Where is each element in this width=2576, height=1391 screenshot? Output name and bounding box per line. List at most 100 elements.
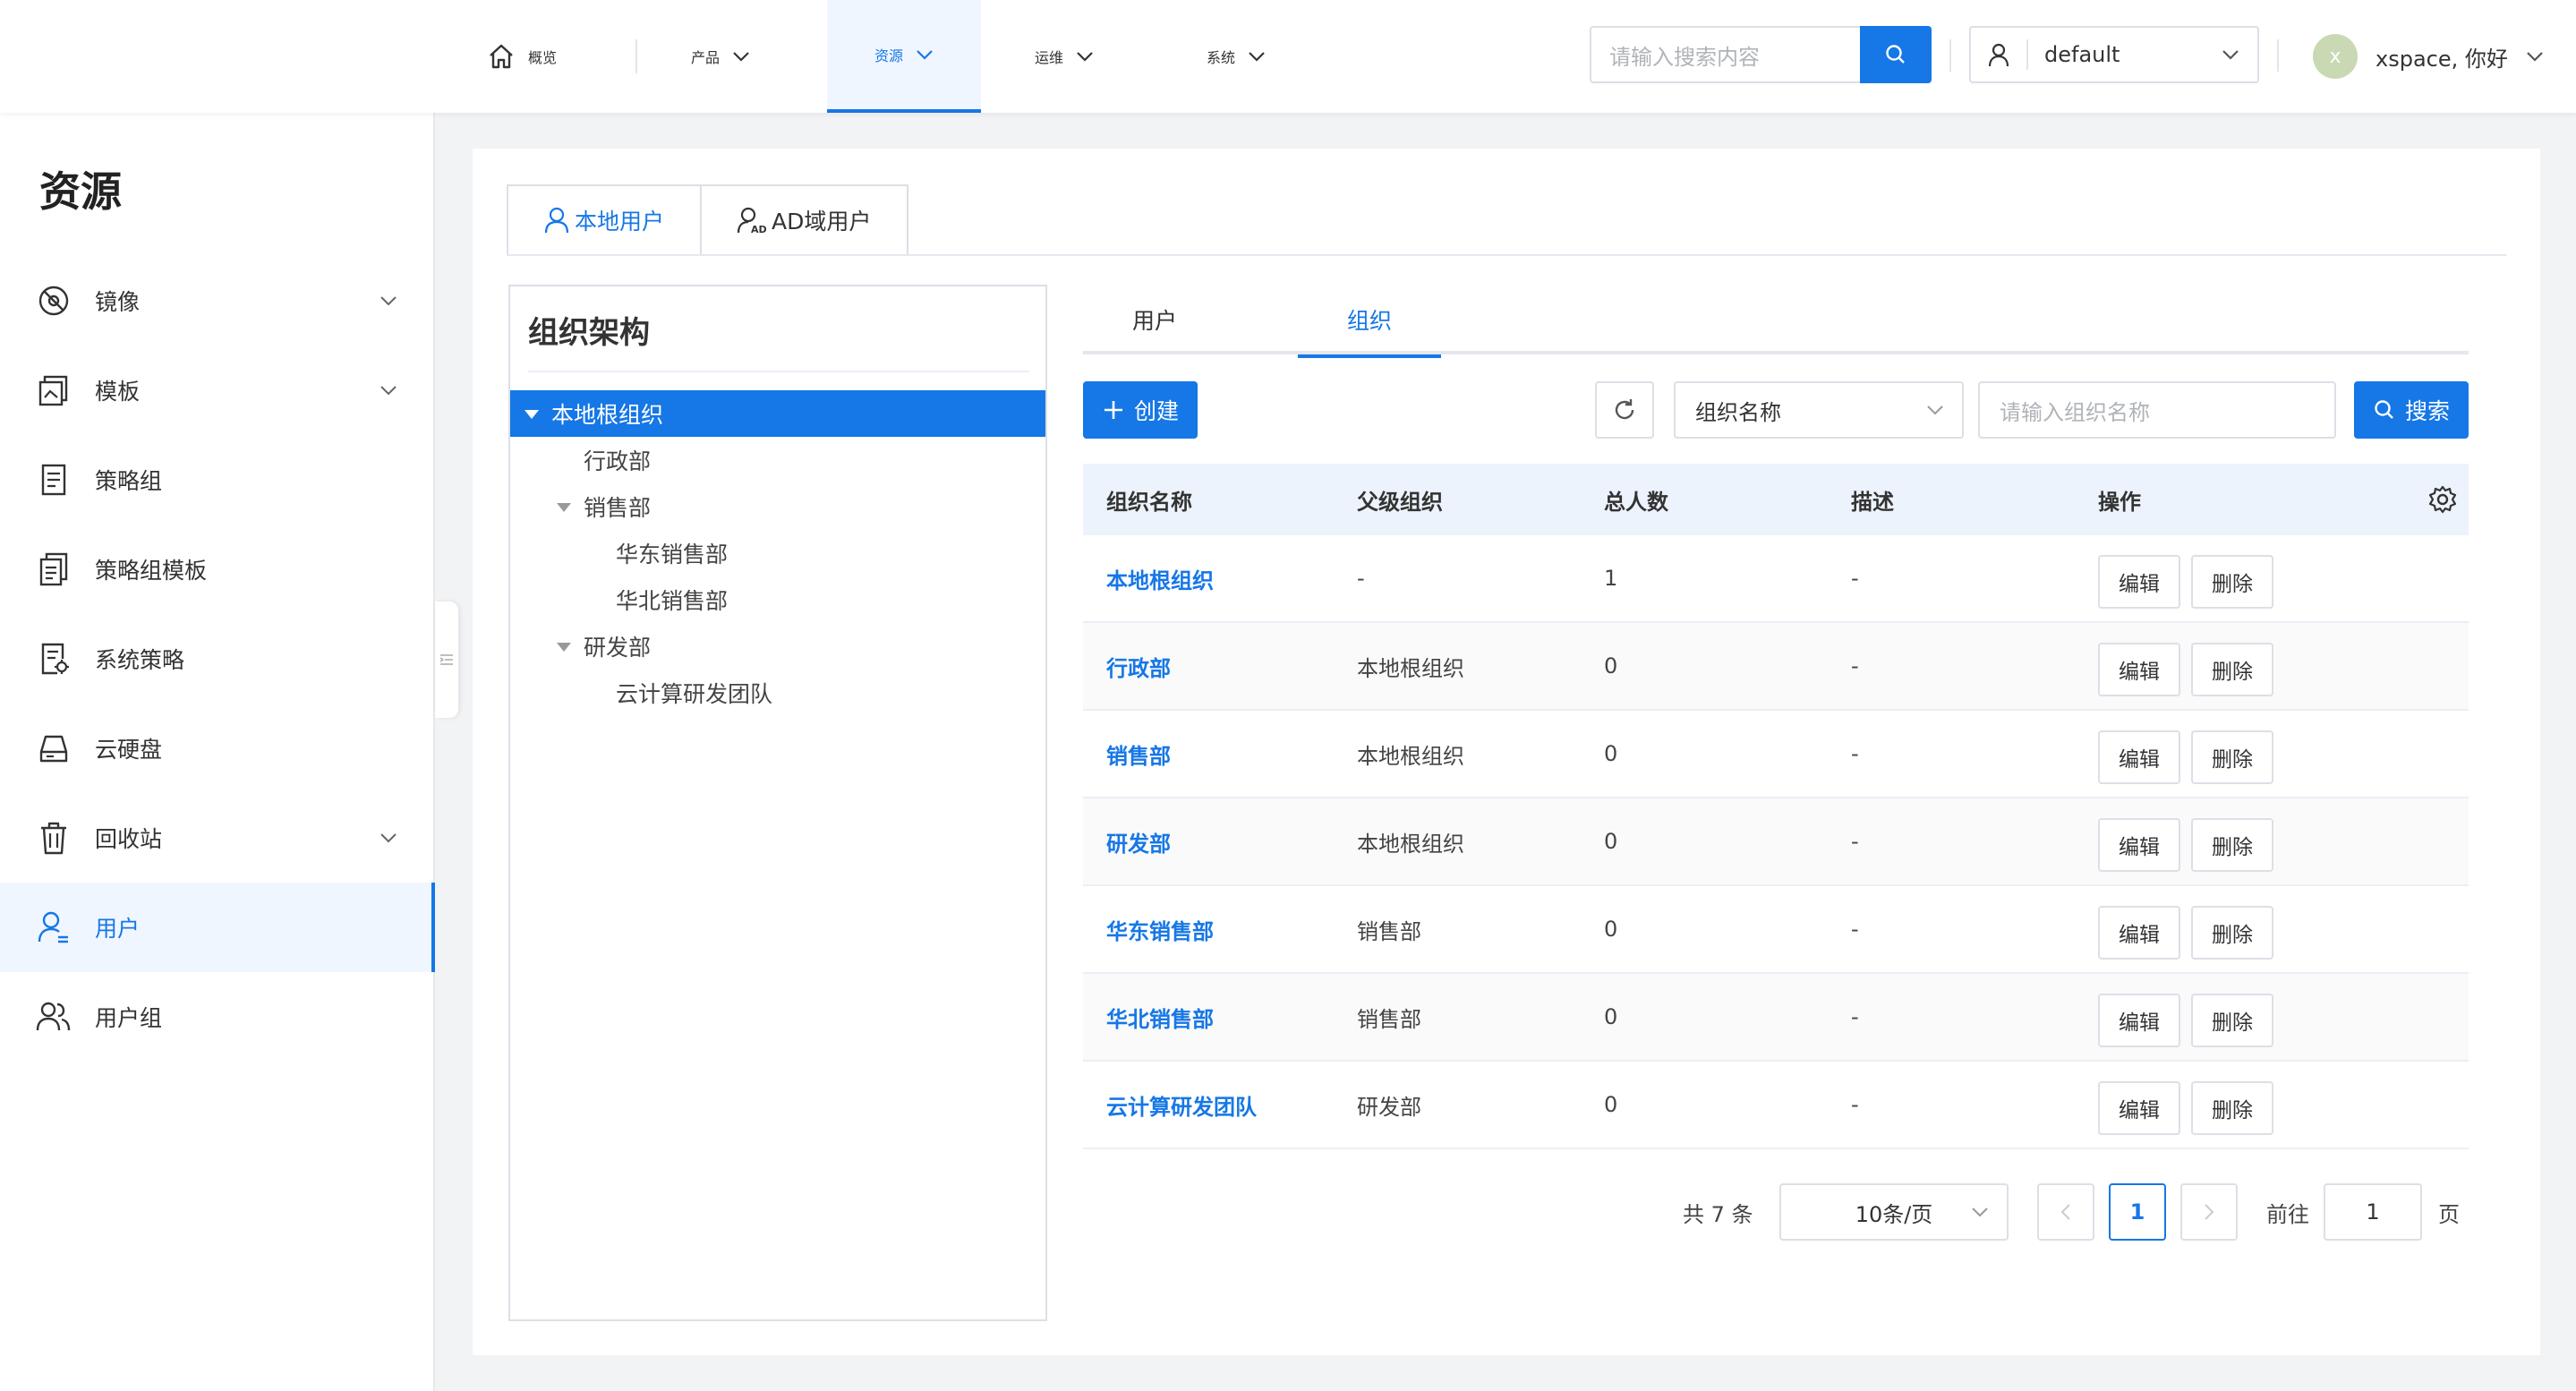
sidebar-item-policy-group[interactable]: 策略组 — [0, 435, 435, 525]
trash-icon — [41, 822, 66, 855]
collapse-icon — [439, 654, 453, 665]
edit-button[interactable]: 编辑 — [2098, 818, 2180, 872]
delete-button[interactable]: 删除 — [2191, 906, 2273, 960]
goto-label: 前往 — [2266, 1201, 2309, 1227]
page-size-select[interactable]: 10条/页 — [1779, 1183, 2009, 1241]
tree-node[interactable]: 华北销售部 — [510, 576, 1045, 623]
delete-button[interactable]: 删除 — [2191, 818, 2273, 872]
tree-node-label: 行政部 — [584, 448, 652, 474]
org-name-link[interactable]: 云计算研发团队 — [1106, 1062, 1257, 1148]
member-count-cell: 0 — [1604, 1092, 1618, 1117]
tree-node[interactable]: 华东销售部 — [510, 530, 1045, 576]
chevron-down-icon — [380, 296, 397, 306]
tab-organizations[interactable]: 组织 — [1298, 285, 1441, 358]
sidebar-item-label: 镜像 — [95, 289, 141, 315]
cloud-disk-icon — [39, 735, 68, 763]
sidebar-collapse-handle[interactable] — [435, 602, 458, 718]
delete-button[interactable]: 删除 — [2191, 643, 2273, 696]
org-name-link[interactable]: 华东销售部 — [1106, 886, 1214, 972]
caret-down-icon[interactable] — [557, 643, 571, 652]
nav-divider — [635, 39, 637, 73]
org-name-link[interactable]: 销售部 — [1106, 711, 1171, 797]
caret-down-icon[interactable] — [525, 410, 539, 419]
edit-button[interactable]: 编辑 — [2098, 643, 2180, 696]
description-cell: - — [1851, 1004, 1859, 1029]
sidebar-item-label: 用户组 — [95, 1005, 163, 1031]
chevron-down-icon — [2527, 52, 2543, 62]
sidebar-item-user-groups[interactable]: 用户组 — [0, 972, 435, 1062]
edit-button[interactable]: 编辑 — [2098, 730, 2180, 784]
org-name-link[interactable]: 研发部 — [1106, 798, 1171, 884]
sidebar-item-recycle-bin[interactable]: 回收站 — [0, 793, 435, 883]
sidebar-title: 资源 — [39, 167, 122, 216]
sidebar-item-policy-template[interactable]: 策略组模板 — [0, 525, 435, 614]
tab-users[interactable]: 用户 — [1083, 285, 1226, 354]
column-header: 操作 — [2098, 489, 2141, 515]
sidebar-item-label: 策略组 — [95, 468, 163, 494]
global-search: 请输入搜索内容 — [1590, 26, 1932, 83]
member-count-cell: 0 — [1604, 1004, 1618, 1029]
project-value: default — [2044, 42, 2120, 67]
sidebar-item-images[interactable]: 镜像 — [0, 256, 435, 346]
org-name-link[interactable]: 华北销售部 — [1106, 974, 1214, 1060]
gear-icon — [2428, 485, 2457, 514]
description-cell: - — [1851, 917, 1859, 942]
prev-page-button[interactable] — [2037, 1183, 2094, 1241]
user-group-icon — [36, 1002, 71, 1031]
global-search-button[interactable] — [1860, 26, 1932, 83]
chevron-down-icon — [1249, 52, 1265, 62]
image-disc-icon — [38, 286, 69, 316]
nav-system[interactable]: 系统 — [1207, 0, 1266, 113]
parent-org-cell: 本地根组织 — [1357, 655, 1464, 681]
create-button[interactable]: 创建 — [1083, 381, 1198, 439]
tree-node[interactable]: 销售部 — [510, 483, 1045, 530]
org-name-link[interactable]: 行政部 — [1106, 623, 1171, 709]
sidebar-item-cloud-disk[interactable]: 云硬盘 — [0, 704, 435, 793]
goto-page-input[interactable]: 1 — [2324, 1183, 2422, 1241]
delete-button[interactable]: 删除 — [2191, 994, 2273, 1047]
user-menu[interactable]: x xspace, 你好 — [2313, 34, 2544, 79]
refresh-button[interactable] — [1595, 381, 1654, 439]
project-select[interactable]: default — [1969, 26, 2259, 83]
tree-node-label: 云计算研发团队 — [616, 681, 773, 707]
parent-org-cell: 销售部 — [1357, 918, 1421, 944]
next-page-button[interactable] — [2180, 1183, 2238, 1241]
sidebar-item-users[interactable]: 用户 — [0, 883, 435, 972]
tab-ad-users[interactable]: AD AD域用户 — [702, 184, 909, 256]
tab-local-users[interactable]: 本地用户 — [507, 184, 703, 256]
edit-button[interactable]: 编辑 — [2098, 994, 2180, 1047]
chevron-down-icon — [380, 386, 397, 396]
search-icon — [1886, 45, 1905, 64]
global-search-input[interactable]: 请输入搜索内容 — [1591, 28, 1860, 81]
nav-resources[interactable]: 资源 — [827, 0, 981, 113]
edit-button[interactable]: 编辑 — [2098, 906, 2180, 960]
nav-overview[interactable]: 概览 — [487, 0, 557, 113]
user-source-tabs: 本地用户 AD AD域用户 — [507, 184, 909, 256]
pagination-total: 共 7 条 — [1683, 1201, 1753, 1227]
tree-node-root[interactable]: 本地根组织 — [510, 390, 1045, 437]
delete-button[interactable]: 删除 — [2191, 555, 2273, 609]
chevron-left-icon — [2060, 1204, 2070, 1220]
nav-products[interactable]: 产品 — [691, 0, 750, 113]
search-field-select[interactable]: 组织名称 — [1674, 381, 1964, 439]
nav-operations[interactable]: 运维 — [1035, 0, 1094, 113]
search-button[interactable]: 搜索 — [2354, 381, 2469, 439]
org-name-search-input[interactable]: 请输入组织名称 — [1978, 381, 2336, 439]
system-policy-icon — [41, 643, 69, 675]
table-settings-button[interactable] — [2427, 464, 2458, 535]
edit-button[interactable]: 编辑 — [2098, 555, 2180, 609]
org-name-link[interactable]: 本地根组织 — [1106, 535, 1214, 621]
tree-node[interactable]: 云计算研发团队 — [510, 670, 1045, 716]
sidebar-item-templates[interactable]: 模板 — [0, 346, 435, 435]
delete-button[interactable]: 删除 — [2191, 730, 2273, 784]
nav-overview-label: 概览 — [528, 49, 558, 66]
edit-button[interactable]: 编辑 — [2098, 1081, 2180, 1135]
tree-node[interactable]: 研发部 — [510, 623, 1045, 670]
member-count-cell: 0 — [1604, 741, 1618, 766]
tree-node[interactable]: 行政部 — [510, 437, 1045, 483]
delete-button[interactable]: 删除 — [2191, 1081, 2273, 1135]
page-number-current[interactable]: 1 — [2109, 1183, 2166, 1241]
sidebar-item-system-policy[interactable]: 系统策略 — [0, 614, 435, 704]
caret-down-icon[interactable] — [557, 503, 571, 512]
nav-resources-label: 资源 — [874, 47, 903, 64]
